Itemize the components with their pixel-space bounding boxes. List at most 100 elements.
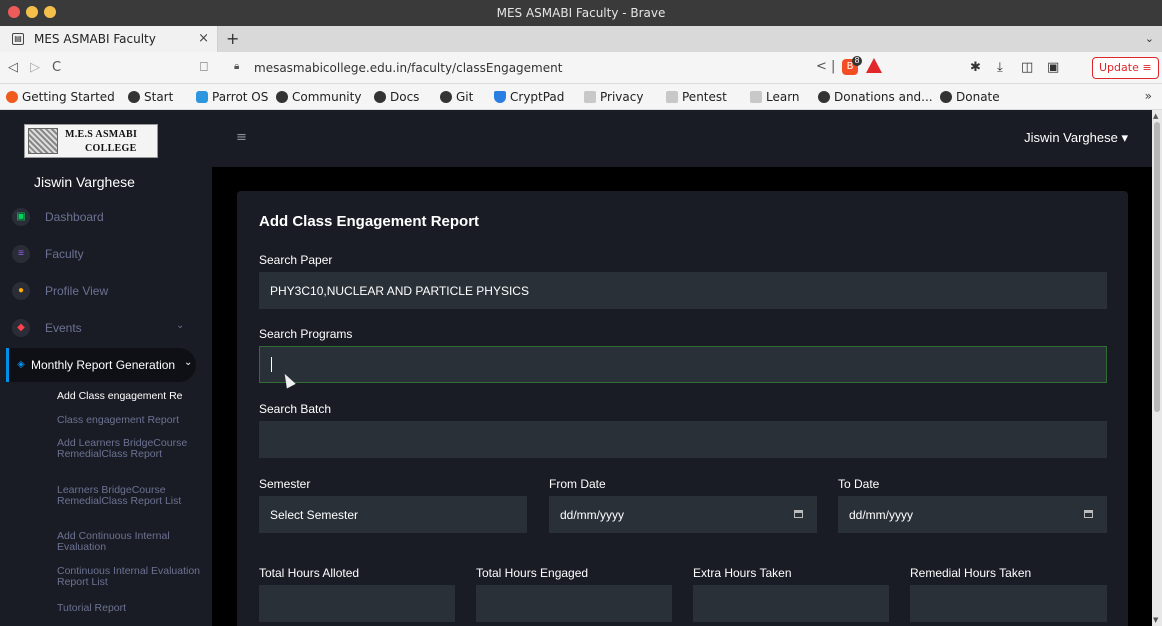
dashboard-icon: ▣ xyxy=(12,208,30,226)
sidebar-toggle-icon[interactable]: ◫ xyxy=(1021,60,1033,75)
brave-shields-icon[interactable]: B8 xyxy=(842,56,862,75)
chevron-down-icon: ⌄ xyxy=(184,357,193,368)
sidebar-item-profile-view[interactable]: ● Profile View xyxy=(0,274,212,308)
sidebar-user-name: Jiswin Varghese xyxy=(34,174,135,190)
search-programs-label: Search Programs xyxy=(259,327,353,341)
scroll-down-icon[interactable]: ▼ xyxy=(1153,616,1158,624)
brave-rewards-icon[interactable] xyxy=(866,58,882,73)
folder-icon xyxy=(666,91,678,103)
search-programs-input[interactable] xyxy=(259,346,1107,383)
folder-icon xyxy=(750,91,762,103)
parrot-icon xyxy=(196,91,208,103)
reload-button[interactable]: C xyxy=(52,60,61,75)
calendar-icon[interactable] xyxy=(1084,510,1093,518)
college-emblem-icon xyxy=(28,128,58,154)
chevron-down-icon[interactable]: ⌄ xyxy=(1145,32,1154,45)
tab-close-icon[interactable]: × xyxy=(198,31,209,46)
scrollbar-thumb[interactable] xyxy=(1154,122,1160,412)
chevron-down-icon: ⌄ xyxy=(176,320,185,331)
to-date-input[interactable]: dd/mm/yyyy xyxy=(838,496,1107,533)
submenu-add-class-engagement[interactable]: Add Class engagement Re xyxy=(57,391,207,402)
sidebar-item-dashboard[interactable]: ▣ Dashboard xyxy=(0,200,212,234)
list-icon: ≡ xyxy=(12,245,30,263)
semester-select[interactable]: Select Semester xyxy=(259,496,527,533)
more-bookmarks-icon[interactable]: » xyxy=(1145,89,1152,103)
submenu-add-learners-bridgecourse[interactable]: Add Learners BridgeCourse RemedialClass … xyxy=(57,438,207,460)
submenu-tutorial-report[interactable]: Tutorial Report xyxy=(57,603,207,614)
total-hours-engaged-label: Total Hours Engaged xyxy=(476,566,589,580)
sidebar-item-monthly-report-generation[interactable]: ◈ Monthly Report Generation ⌄ xyxy=(6,348,196,382)
globe-icon xyxy=(940,91,952,103)
bookmark-git[interactable]: Git xyxy=(440,90,473,104)
search-batch-label: Search Batch xyxy=(259,402,332,416)
total-hours-engaged-input[interactable] xyxy=(476,585,672,622)
bookmark-docs[interactable]: Docs xyxy=(374,90,419,104)
lock-icon: 🔒︎ xyxy=(234,61,240,72)
total-hours-alloted-label: Total Hours Alloted xyxy=(259,566,360,580)
total-hours-alloted-input[interactable] xyxy=(259,585,455,622)
wallet-icon[interactable]: ▣ xyxy=(1047,60,1059,75)
scroll-up-icon[interactable]: ▲ xyxy=(1153,112,1158,120)
submenu-add-continuous-internal-evaluation[interactable]: Add Continuous Internal Evaluation xyxy=(57,531,207,553)
bookmark-folder-privacy[interactable]: Privacy xyxy=(584,90,643,104)
tab-mes-asmabi-faculty[interactable]: ▤ MES ASMABI Faculty × xyxy=(0,26,218,52)
globe-icon xyxy=(440,91,452,103)
college-logo[interactable]: M.E.S ASMABI COLLEGE xyxy=(24,124,158,158)
sidebar-item-label: Profile View xyxy=(45,284,109,298)
update-label: Update xyxy=(1099,61,1139,74)
top-navbar: ≡ Jiswin Varghese ▾ xyxy=(212,110,1152,167)
forward-button[interactable]: ▷ xyxy=(30,60,40,75)
search-batch-input[interactable] xyxy=(259,421,1107,458)
bookmark-parrot-os[interactable]: Parrot OS xyxy=(196,90,268,104)
bookmark-start[interactable]: Start xyxy=(128,90,173,104)
menu-toggle-icon[interactable]: ≡ xyxy=(236,130,247,145)
bookmark-folder-pentest[interactable]: Pentest xyxy=(666,90,727,104)
navigation-bar: ◁ ▷ C ⎕ 🔒︎ mesasmabicollege.edu.in/facul… xyxy=(0,52,1162,84)
from-date-value: dd/mm/yyyy xyxy=(560,508,625,522)
bookmark-folder-learn[interactable]: Learn xyxy=(750,90,800,104)
semester-value: Select Semester xyxy=(270,508,359,522)
window-title: MES ASMABI Faculty - Brave xyxy=(496,6,666,20)
submenu-learners-bridgecourse-list[interactable]: Learners BridgeCourse RemedialClass Repo… xyxy=(57,485,207,507)
class-engagement-form-card: Add Class Engagement Report Search Paper… xyxy=(237,191,1128,626)
tab-bar: ▤ MES ASMABI Faculty × + ⌄ xyxy=(0,26,1162,52)
sidebar-item-label: Faculty xyxy=(45,247,84,261)
bookmark-getting-started[interactable]: Getting Started xyxy=(6,90,115,104)
logo-line-1: M.E.S ASMABI xyxy=(65,129,138,140)
new-tab-button[interactable]: + xyxy=(226,29,239,48)
address-bar[interactable]: 🔒︎ mesasmabicollege.edu.in/faculty/class… xyxy=(228,56,908,80)
tab-label: MES ASMABI Faculty xyxy=(34,32,156,46)
events-icon: ◆ xyxy=(12,319,30,337)
page-scrollbar[interactable]: ▲ ▼ xyxy=(1152,110,1162,626)
semester-label: Semester xyxy=(259,477,311,491)
to-date-label: To Date xyxy=(838,477,880,491)
bookmark-icon[interactable]: ⎕ xyxy=(200,60,208,75)
bookmark-cryptpad[interactable]: CryptPad xyxy=(494,90,564,104)
text-caret xyxy=(271,357,272,372)
sidebar: M.E.S ASMABI COLLEGE Jiswin Varghese ▣ D… xyxy=(0,110,212,626)
submenu-continuous-internal-evaluation-list[interactable]: Continuous Internal Evaluation Report Li… xyxy=(57,566,207,588)
update-button[interactable]: Update ≡ xyxy=(1092,57,1159,79)
extensions-icon[interactable]: ✱ xyxy=(970,60,981,75)
bookmark-donate[interactable]: Donate xyxy=(940,90,1000,104)
bookmark-community[interactable]: Community xyxy=(276,90,361,104)
back-button[interactable]: ◁ xyxy=(8,60,18,75)
remedial-hours-input[interactable] xyxy=(910,585,1107,622)
from-date-input[interactable]: dd/mm/yyyy xyxy=(549,496,817,533)
extra-hours-input[interactable] xyxy=(693,585,889,622)
download-icon[interactable]: ⤓ xyxy=(997,60,1003,75)
user-menu[interactable]: Jiswin Varghese ▾ xyxy=(1024,130,1128,146)
search-paper-input[interactable]: PHY3C10,NUCLEAR AND PARTICLE PHYSICS xyxy=(259,272,1107,309)
sidebar-item-label: Monthly Report Generation xyxy=(31,358,176,372)
cryptpad-icon xyxy=(494,91,506,103)
bookmark-donations[interactable]: Donations and... xyxy=(818,90,933,104)
extra-hours-label: Extra Hours Taken xyxy=(693,566,792,580)
remedial-hours-label: Remedial Hours Taken xyxy=(910,566,1032,580)
share-icon[interactable]: < | xyxy=(816,59,835,74)
submenu-class-engagement-report[interactable]: Class engagement Report xyxy=(57,415,207,426)
globe-icon xyxy=(128,91,140,103)
globe-icon xyxy=(374,91,386,103)
sidebar-item-faculty[interactable]: ≡ Faculty xyxy=(0,237,212,271)
sidebar-item-events[interactable]: ◆ Events ⌄ xyxy=(0,311,212,345)
calendar-icon[interactable] xyxy=(794,510,803,518)
